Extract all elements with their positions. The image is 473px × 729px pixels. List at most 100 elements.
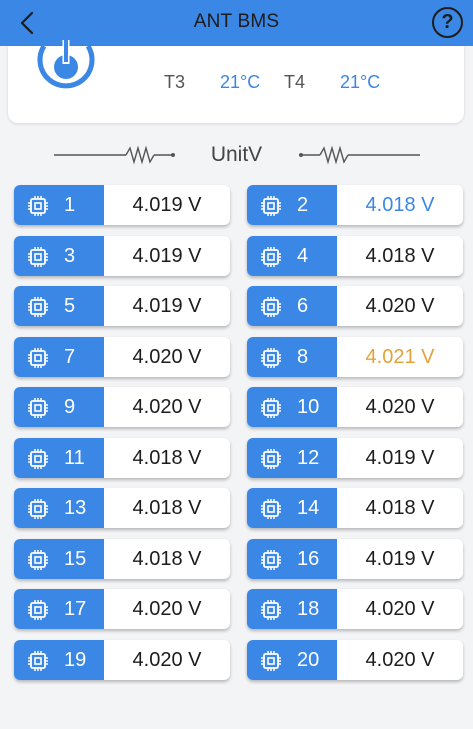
cell-voltage: 4.020 V [132,345,202,368]
chip-icon [27,650,49,677]
cell-index-area: 14 [247,488,337,528]
cell-item[interactable]: 8 4.021 V [247,336,463,377]
cell-voltage: 4.020 V [365,648,435,671]
cell-voltage: 4.018 V [365,244,435,267]
help-button[interactable]: ? [432,7,463,38]
cell-item[interactable]: 3 4.019 V [14,235,230,276]
cell-index-area: 18 [247,589,337,629]
cell-number: 5 [64,295,76,317]
cell-voltage: 4.020 V [132,396,202,418]
cell-item[interactable]: 12 4.019 V [247,437,463,478]
cell-item[interactable]: 5 4.019 V [14,286,230,326]
cell-item[interactable]: 14 4.018 V [247,488,463,528]
cell-item[interactable]: 11 4.018 V [14,437,230,478]
cell-number: 4 [297,244,309,267]
cell-number: 1 [64,194,76,216]
chip-icon [27,599,49,626]
cell-number: 3 [64,244,76,267]
cell-item[interactable]: 17 4.020 V [14,589,230,629]
cell-item[interactable]: 4 4.018 V [247,235,463,276]
cell-voltage: 4.018 V [365,497,435,519]
power-icon[interactable] [36,40,96,94]
page-title: ANT BMS [193,11,280,32]
chip-icon [260,650,282,677]
cell-index-area: 11 [14,437,104,478]
chip-icon [260,549,282,576]
chip-icon [27,246,49,273]
cell-number: 16 [297,547,320,570]
temperature-card: T3 21°C T4 21°C [8,40,464,123]
chip-icon [27,397,49,424]
section-header: UnitV [0,141,473,169]
chip-icon [260,599,282,626]
cell-number: 13 [64,497,87,519]
cell-number: 10 [297,396,320,418]
cell-index-area: 3 [14,235,104,276]
cell-voltage: 4.019 V [365,547,435,570]
cell-voltage: 4.020 V [365,295,435,317]
cell-item[interactable]: 18 4.020 V [247,589,463,629]
cell-number: 20 [297,648,320,671]
cell-item[interactable]: 19 4.020 V [14,639,230,680]
cell-index-area: 5 [14,286,104,326]
cell-item[interactable]: 16 4.019 V [247,538,463,579]
cell-item[interactable]: 6 4.020 V [247,286,463,326]
chip-icon [260,448,282,475]
cell-voltage: 4.019 V [132,295,202,317]
cell-item[interactable]: 20 4.020 V [247,639,463,680]
cell-index-area: 15 [14,538,104,579]
cell-voltage: 4.018 V [132,497,202,519]
cell-voltage: 4.019 V [132,194,202,216]
cell-item[interactable]: 7 4.020 V [14,336,230,377]
cell-item[interactable]: 1 4.019 V [14,185,230,225]
cell-index-area: 4 [247,235,337,276]
t3-label: T3 [164,72,186,92]
cell-voltage: 4.021 V [365,345,435,368]
cell-number: 17 [64,598,87,620]
cell-item[interactable]: 15 4.018 V [14,538,230,579]
cell-voltage: 4.018 V [132,547,202,570]
cell-item[interactable]: 2 4.018 V [247,185,463,225]
cell-index-area: 6 [247,286,337,326]
t4-label: T4 [284,72,306,92]
cell-voltage: 4.019 V [132,244,202,267]
cell-index-area: 8 [247,336,337,377]
chip-icon [27,549,49,576]
cell-item[interactable]: 9 4.020 V [14,387,230,427]
cell-index-area: 16 [247,538,337,579]
chip-icon [27,498,49,525]
chip-icon [27,347,49,374]
cell-voltage: 4.019 V [365,446,435,469]
cell-index-area: 17 [14,589,104,629]
cell-number: 9 [64,396,76,418]
cell-voltage: 4.020 V [132,648,202,671]
cell-index-area: 1 [14,185,104,225]
t4-value: 21°C [340,72,381,92]
cell-voltage: 4.018 V [132,446,202,469]
cell-number: 19 [64,648,87,671]
chip-icon [27,195,49,222]
cell-number: 15 [64,547,87,570]
cell-item[interactable]: 10 4.020 V [247,387,463,427]
chip-icon [260,498,282,525]
cell-voltage: 4.020 V [365,598,435,620]
chip-icon [260,246,282,273]
chip-icon [27,296,49,323]
cell-number: 12 [297,446,320,469]
cell-number: 18 [297,598,320,620]
chip-icon [260,195,282,222]
cell-voltage: 4.020 V [132,598,202,620]
chip-icon [260,347,282,374]
resistor-right-icon [299,145,420,165]
chip-icon [260,397,282,424]
cell-number: 8 [297,345,309,368]
cell-number: 14 [297,497,320,519]
cell-number: 11 [64,446,85,469]
cell-index-area: 13 [14,488,104,528]
cell-item[interactable]: 13 4.018 V [14,488,230,528]
t3-value: 21°C [220,72,261,92]
cell-index-area: 2 [247,185,337,225]
cell-voltage: 4.018 V [365,194,435,216]
cell-index-area: 7 [14,336,104,377]
cell-number: 6 [297,295,309,317]
